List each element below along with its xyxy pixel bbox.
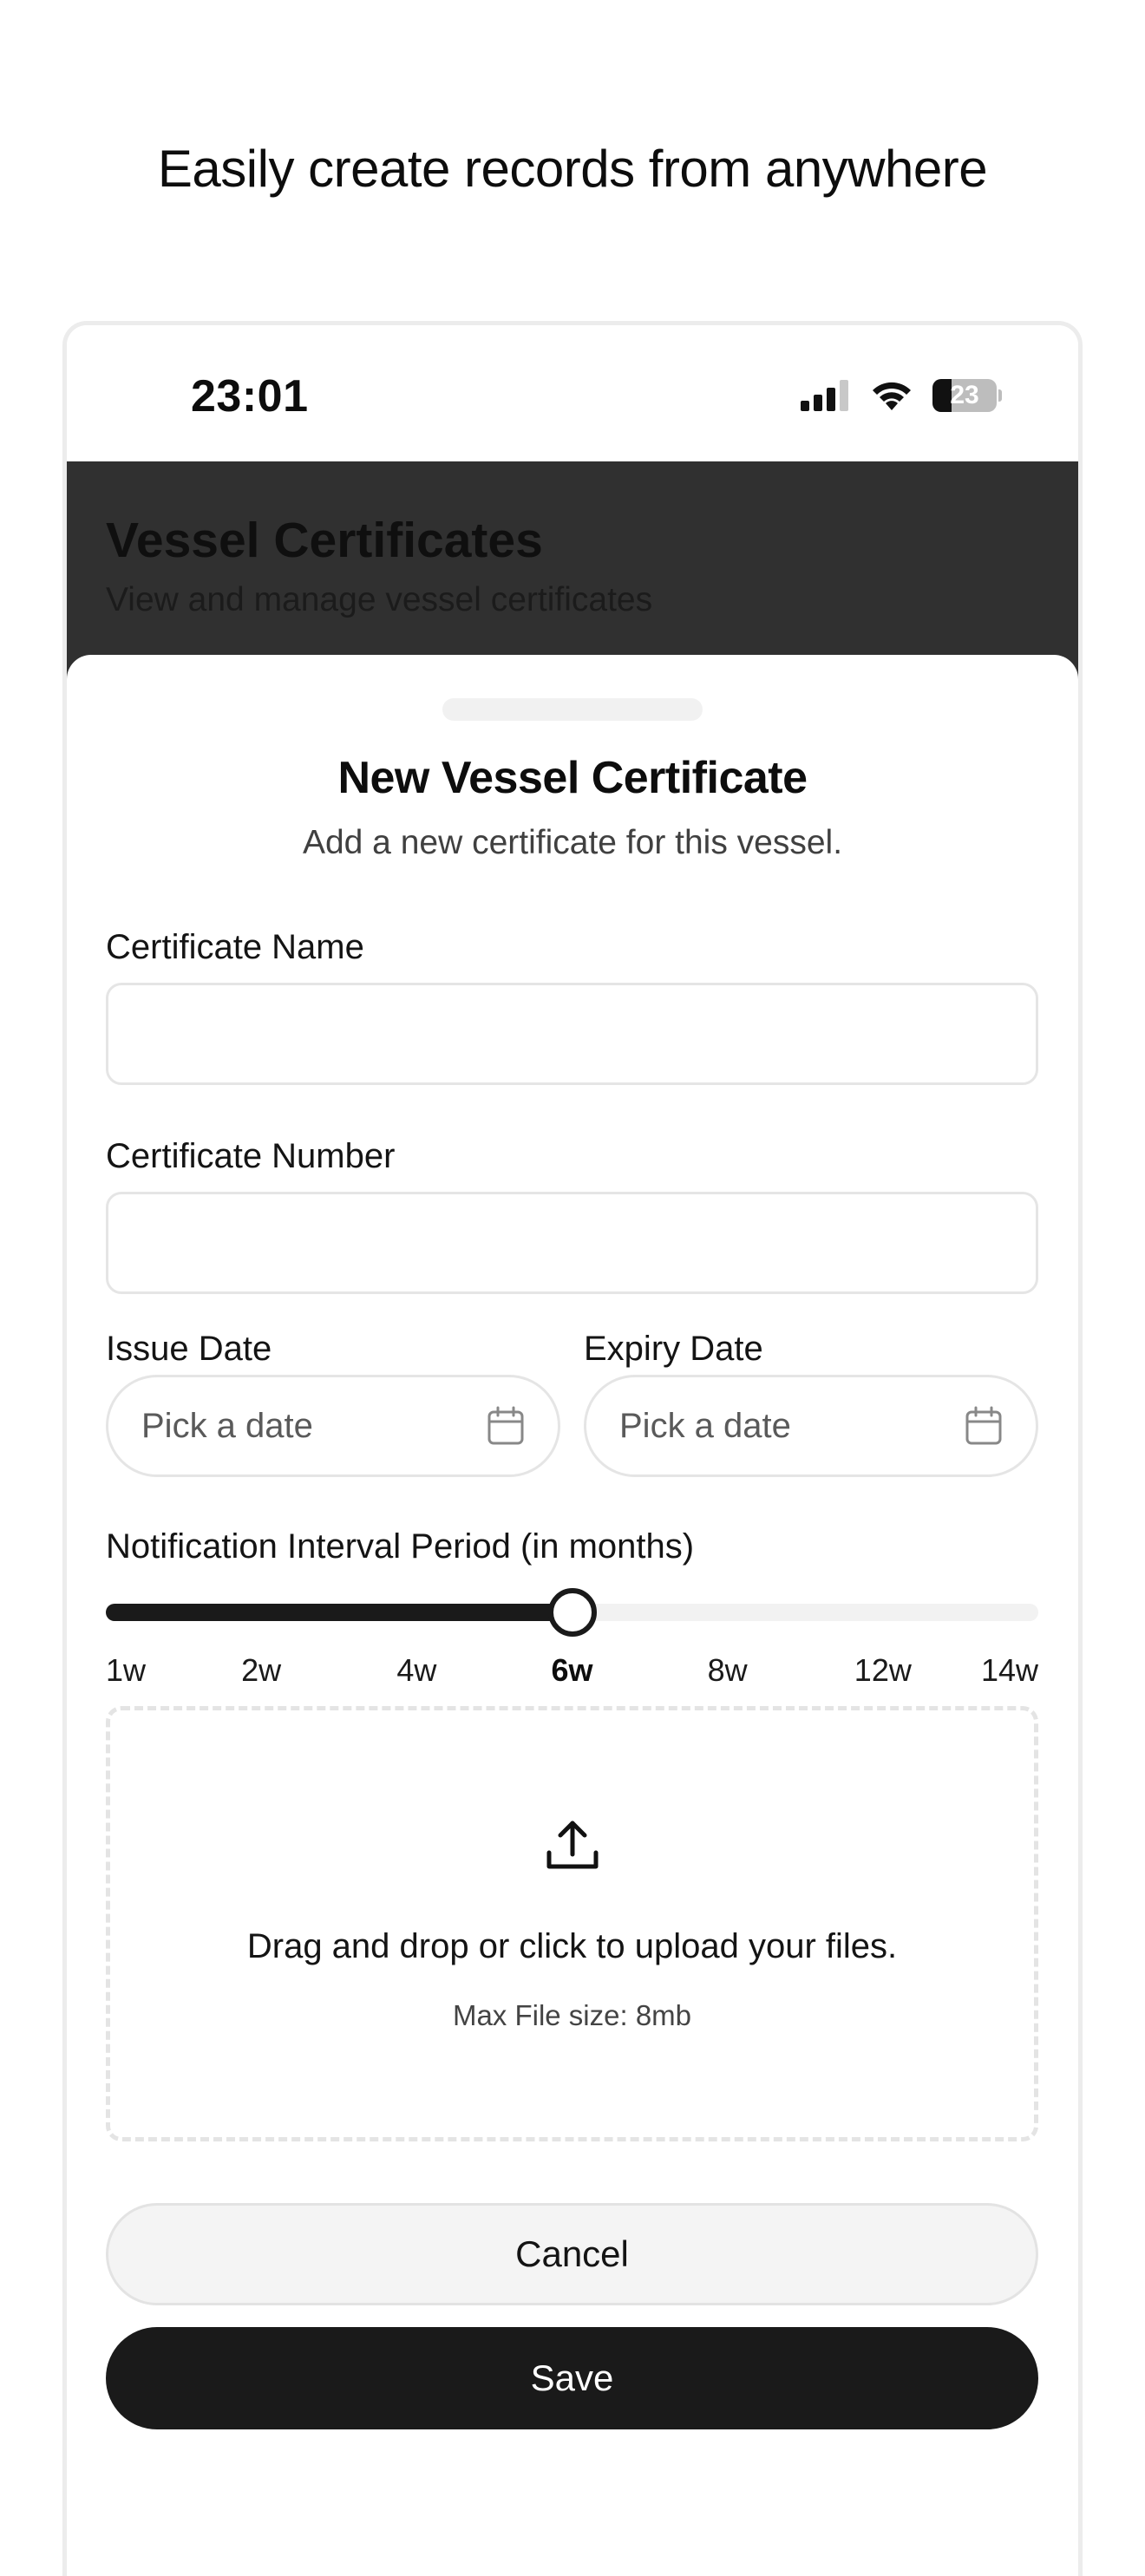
upload-instruction: Drag and drop or click to upload your fi… [246, 1927, 898, 1965]
save-button[interactable]: Save [106, 2327, 1038, 2429]
expiry-date-label: Expiry Date [584, 1330, 763, 1368]
background-screen-subtitle: View and manage vessel certificates [106, 581, 653, 618]
file-upload-dropzone[interactable]: Drag and drop or click to upload your fi… [106, 1706, 1038, 2141]
slider-fill [106, 1604, 572, 1621]
certificate-number-label: Certificate Number [106, 1137, 396, 1175]
notification-interval-slider[interactable] [106, 1588, 1038, 1637]
slider-tick-12w[interactable]: 12w [854, 1652, 912, 1689]
slider-tick-labels: 1w 2w 4w 6w 8w 12w 14w [106, 1652, 1038, 1696]
issue-date-label: Issue Date [106, 1330, 272, 1368]
slider-tick-14w[interactable]: 14w [981, 1652, 1038, 1689]
certificate-name-input[interactable] [106, 983, 1038, 1085]
status-bar: 23:01 23 [67, 325, 1078, 461]
wifi-icon [873, 382, 911, 410]
slider-thumb[interactable] [547, 1588, 597, 1637]
status-time: 23:01 [191, 371, 309, 422]
sheet-title: New Vessel Certificate [337, 753, 808, 803]
expiry-date-picker[interactable]: Pick a date [584, 1375, 1038, 1477]
slider-tick-4w[interactable]: 4w [396, 1652, 436, 1689]
new-certificate-sheet: New Vessel Certificate Add a new certifi… [67, 655, 1078, 2576]
calendar-icon [487, 1406, 524, 1445]
certificate-name-label: Certificate Name [106, 928, 364, 966]
phone-frame: 23:01 23 Vessel Certificates View and ma… [62, 321, 1083, 2576]
background-screen-header: Vessel Certificates View and manage vess… [67, 461, 1078, 687]
marketing-headline: Easily create records from anywhere [157, 140, 988, 198]
battery-icon: 23 [932, 379, 1002, 412]
slider-tick-6w[interactable]: 6w [551, 1652, 592, 1689]
cancel-button[interactable]: Cancel [106, 2203, 1038, 2305]
cellular-signal-icon [801, 380, 848, 411]
certificate-number-input[interactable] [106, 1192, 1038, 1294]
upload-icon [546, 1821, 598, 1869]
upload-size-limit: Max File size: 8mb [452, 1999, 692, 2031]
notification-interval-label: Notification Interval Period (in months) [106, 1527, 695, 1566]
calendar-icon [965, 1406, 1002, 1445]
status-icons: 23 [801, 379, 1002, 412]
sheet-description: Add a new certificate for this vessel. [302, 824, 843, 861]
slider-tick-8w[interactable]: 8w [708, 1652, 748, 1689]
expiry-date-placeholder: Pick a date [619, 1406, 791, 1445]
sheet-grabber[interactable] [442, 698, 703, 721]
upload-icon-wrapper [110, 1816, 1034, 1873]
slider-tick-1w[interactable]: 1w [106, 1652, 146, 1689]
battery-level-text: 23 [950, 381, 979, 409]
slider-tick-2w[interactable]: 2w [241, 1652, 281, 1689]
background-screen-title: Vessel Certificates [106, 513, 543, 568]
issue-date-placeholder: Pick a date [141, 1406, 313, 1445]
issue-date-picker[interactable]: Pick a date [106, 1375, 560, 1477]
